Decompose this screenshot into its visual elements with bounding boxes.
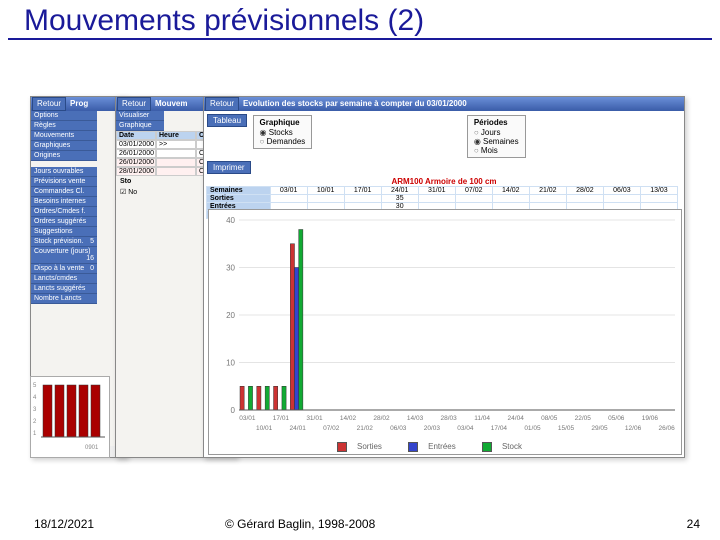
radio-mois[interactable]: Mois <box>474 146 519 155</box>
sto-label: Sto <box>120 178 131 185</box>
svg-text:03/01: 03/01 <box>239 415 256 422</box>
winA-midlist: Jours ouvrables Prévisions vente Command… <box>31 167 97 304</box>
svg-text:10: 10 <box>226 359 235 368</box>
svg-text:17/04: 17/04 <box>491 425 508 432</box>
svg-text:28/03: 28/03 <box>440 415 457 422</box>
svg-text:2: 2 <box>33 419 37 425</box>
svg-text:24/01: 24/01 <box>290 425 307 432</box>
svg-text:12/06: 12/06 <box>625 425 642 432</box>
row-lanctssug: Lancts suggérés <box>31 284 97 294</box>
row-besint: Besoins internes <box>31 197 97 207</box>
svg-text:30: 30 <box>226 264 235 273</box>
radio-stocks[interactable]: Stocks <box>260 128 306 137</box>
row-cmdcl: Commandes Cl. <box>31 187 97 197</box>
svg-text:07/02: 07/02 <box>323 425 340 432</box>
winC-title: Evolution des stocks par semaine à compt… <box>240 97 467 111</box>
svg-text:20: 20 <box>226 311 235 320</box>
footer-date: 18/12/2021 <box>34 517 94 531</box>
retour-button[interactable]: Retour <box>205 97 239 111</box>
row-jours: Jours ouvrables <box>31 167 97 177</box>
svg-text:03/04: 03/04 <box>457 425 474 432</box>
radio-demandes[interactable]: Demandes <box>260 137 306 146</box>
svg-text:4: 4 <box>33 395 37 401</box>
screenshot-stage: Retour Prog Options Règles Mouvements Gr… <box>30 96 690 496</box>
tiny-chart: 5 4 3 2 1 0901 <box>30 376 110 458</box>
svg-text:20/03: 20/03 <box>424 425 441 432</box>
svg-text:28/02: 28/02 <box>373 415 390 422</box>
side-origines[interactable]: Origines <box>31 151 97 161</box>
winA-header: Retour Prog <box>31 97 126 111</box>
svg-text:14/03: 14/03 <box>407 415 424 422</box>
row-couv: Couverture (jours) 16 <box>31 247 97 264</box>
arm-label: ARM100 Armoire de 100 cm <box>206 177 682 186</box>
winB-sidebar: Visualiser Graphique <box>116 111 164 131</box>
svg-text:21/02: 21/02 <box>357 425 374 432</box>
svg-text:19/06: 19/06 <box>642 415 659 422</box>
side-graphiques[interactable]: Graphiques <box>31 141 97 151</box>
svg-text:11/04: 11/04 <box>474 415 490 422</box>
row-dispo: Dispo à la vente 0 <box>31 264 97 274</box>
winA-sidebar: Options Règles Mouvements Graphiques Ori… <box>31 111 97 161</box>
row-prev: Prévisions vente <box>31 177 97 187</box>
svg-text:5: 5 <box>33 383 37 389</box>
btn-imprimer[interactable]: Imprimer <box>207 161 251 174</box>
svg-text:26/06: 26/06 <box>658 425 675 432</box>
btn-visualiser[interactable]: Visualiser <box>116 111 164 121</box>
svg-text:24/04: 24/04 <box>508 415 525 422</box>
row-nbl: Nombre Lancts <box>31 294 97 304</box>
footer-copyright: © Gérard Baglin, 1998-2008 <box>225 517 375 531</box>
group-graphique: Graphique Stocks Demandes <box>253 115 313 149</box>
retour-button[interactable]: Retour <box>117 97 151 111</box>
chart-legend: Sorties Entrées Stock <box>329 442 538 452</box>
row-ordres: Ordres/Cmdes f. <box>31 207 97 217</box>
svg-text:10/01: 10/01 <box>256 425 273 432</box>
svg-text:17/01: 17/01 <box>273 415 290 422</box>
svg-text:3: 3 <box>33 407 37 413</box>
winA-title: Prog <box>67 97 88 111</box>
svg-text:05/06: 05/06 <box>608 415 625 422</box>
svg-text:1: 1 <box>33 431 37 437</box>
main-chart: 01020304003/0117/0131/0114/0228/0214/032… <box>208 209 682 455</box>
svg-text:08/05: 08/05 <box>541 415 558 422</box>
svg-text:29/05: 29/05 <box>591 425 608 432</box>
btn-tableau[interactable]: Tableau <box>207 114 247 127</box>
radio-jours[interactable]: Jours <box>474 128 519 137</box>
svg-text:14/02: 14/02 <box>340 415 357 422</box>
tiny-chart-xend: 0901 <box>85 445 99 451</box>
side-regles[interactable]: Règles <box>31 121 97 131</box>
winB-title: Mouvem <box>152 97 187 111</box>
radio-semaines[interactable]: Semaines <box>474 137 519 146</box>
row-stockprev: Stock prévision. 5 <box>31 237 97 247</box>
slide-title: Mouvements prévisionnels (2) <box>8 0 712 40</box>
btn-graphique[interactable]: Graphique <box>116 121 164 131</box>
retour-button[interactable]: Retour <box>32 97 66 111</box>
side-options[interactable]: Options <box>31 111 97 121</box>
row-lancts: Lancts/cmdes <box>31 274 97 284</box>
group-periodes: Périodes Jours Semaines Mois <box>467 115 526 158</box>
row-ordsug: Ordres suggérés <box>31 217 97 227</box>
side-mouvements[interactable]: Mouvements <box>31 131 97 141</box>
row-sugg: Suggestions <box>31 227 97 237</box>
svg-text:06/03: 06/03 <box>390 425 407 432</box>
svg-text:22/05: 22/05 <box>575 415 592 422</box>
svg-text:15/05: 15/05 <box>558 425 575 432</box>
footer-page: 24 <box>687 517 700 531</box>
svg-text:01/05: 01/05 <box>524 425 541 432</box>
svg-text:40: 40 <box>226 216 235 225</box>
window-evolution: Retour Evolution des stocks par semaine … <box>203 96 685 458</box>
svg-text:0: 0 <box>231 406 236 415</box>
svg-text:31/01: 31/01 <box>306 415 323 422</box>
